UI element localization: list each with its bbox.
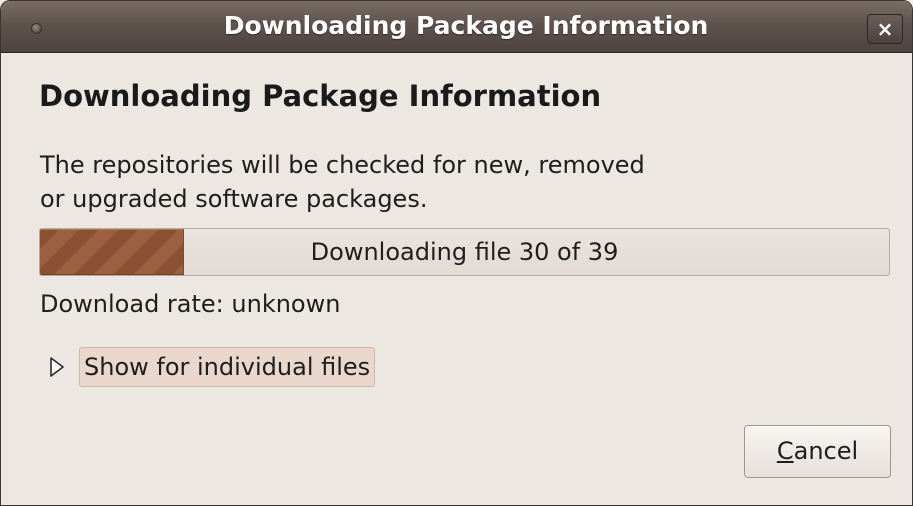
close-icon: × (876, 17, 894, 41)
download-rate: Download rate: unknown (40, 290, 341, 318)
dialog-window: Downloading Package Information × Downlo… (0, 0, 913, 506)
description-line-2: or upgraded software packages. (40, 185, 428, 213)
dialog-heading: Downloading Package Information (39, 79, 602, 113)
title-bar[interactable]: Downloading Package Information × (1, 1, 912, 53)
description-line-1: The repositories will be checked for new… (40, 151, 645, 179)
progress-text: Downloading file 30 of 39 (310, 238, 619, 266)
dialog-description: The repositories will be checked for new… (40, 148, 645, 216)
cancel-mnemonic: C (776, 437, 794, 465)
window-title: Downloading Package Information (223, 11, 709, 40)
download-progress-bar: Downloading file 30 of 39 (39, 228, 890, 276)
show-individual-files-expander[interactable]: Show for individual files (45, 346, 405, 390)
cancel-button[interactable]: Cancel (744, 425, 891, 478)
close-button[interactable]: × (867, 14, 903, 44)
cancel-label: ancel (793, 437, 859, 465)
expander-label[interactable]: Show for individual files (79, 347, 376, 387)
triangle-right-icon[interactable] (49, 356, 65, 378)
